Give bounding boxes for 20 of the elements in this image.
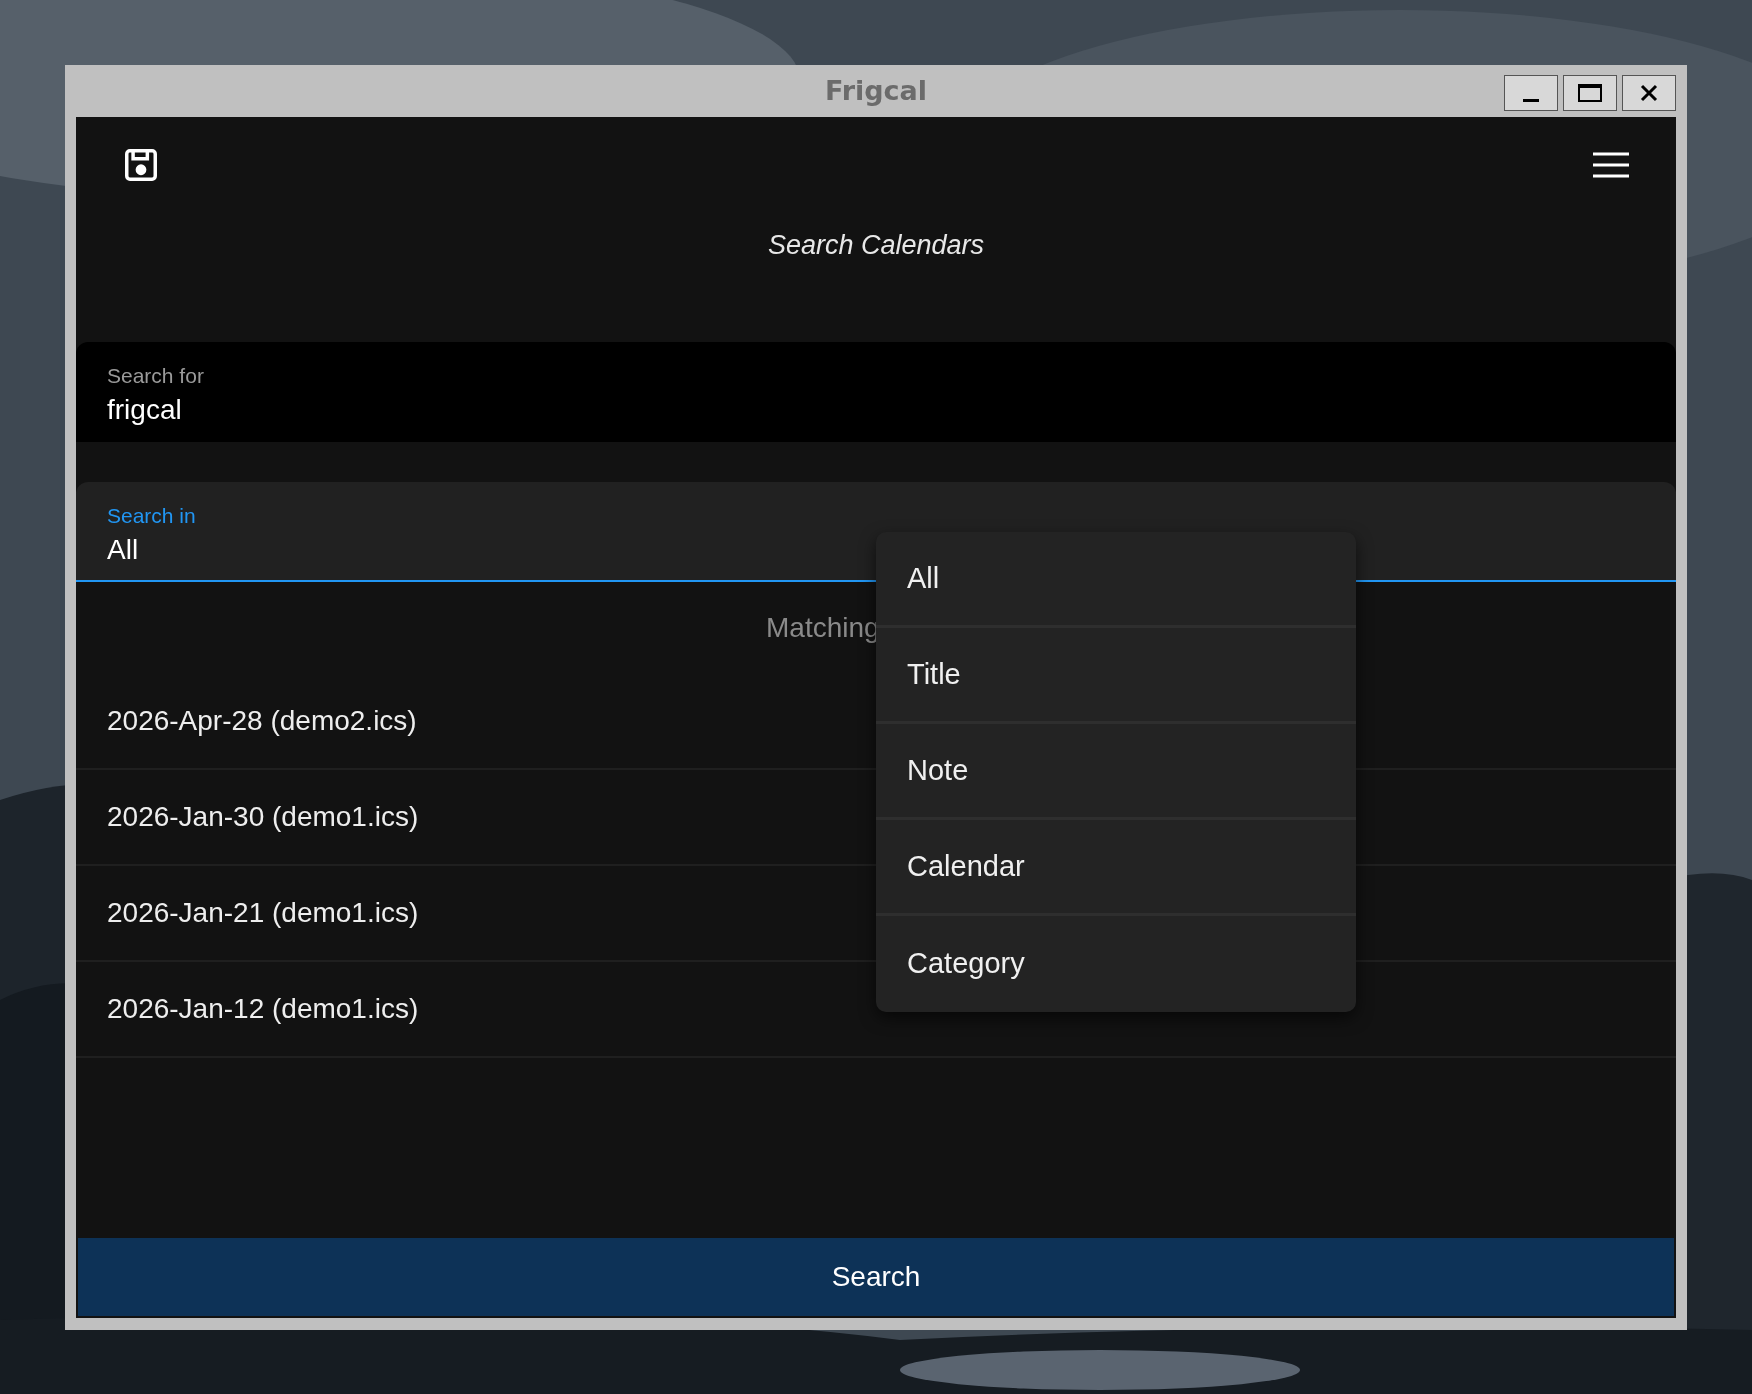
page-heading: Search Calendars — [767, 229, 985, 262]
field-value: frigcal — [107, 392, 182, 427]
field-value: All — [107, 532, 139, 567]
dropdown-option[interactable]: Note — [876, 724, 1356, 820]
menu-button[interactable] — [1592, 151, 1630, 179]
dropdown-option[interactable]: Title — [876, 628, 1356, 724]
dropdown-option[interactable]: All — [876, 532, 1356, 628]
field-label: Search in — [107, 503, 196, 529]
window-title: Frigcal — [824, 73, 928, 108]
field-label: Search for — [107, 363, 204, 389]
minimize-button[interactable] — [1504, 75, 1558, 111]
close-button[interactable] — [1622, 75, 1676, 111]
menu-icon — [1592, 151, 1630, 179]
maximize-button[interactable] — [1563, 75, 1617, 111]
search-button[interactable]: Search — [78, 1238, 1674, 1316]
save-icon — [122, 146, 160, 184]
save-button[interactable] — [122, 146, 160, 184]
dropdown-option[interactable]: Calendar — [876, 820, 1356, 916]
close-icon — [1640, 84, 1658, 102]
search-for-field[interactable]: Search for frigcal — [76, 342, 1676, 442]
